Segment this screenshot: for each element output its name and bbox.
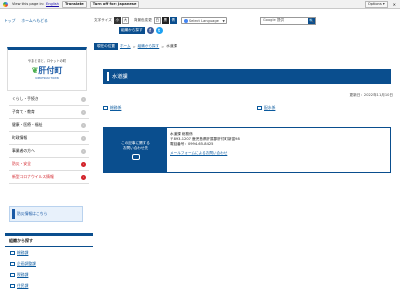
chevron-right-icon: › bbox=[81, 122, 86, 128]
chevron-right-icon: › bbox=[81, 109, 86, 115]
updated-date: 更新日：2022年11月10日 bbox=[349, 93, 393, 97]
org-item[interactable]: 税務課 bbox=[5, 269, 93, 280]
disaster-info-label: 防災情報はこちら bbox=[17, 211, 48, 216]
accessibility-tools: 文字サイズ 小 大 背景色変更 白 黒 青 Select Language ▼ bbox=[94, 17, 227, 24]
text-size-large-button[interactable]: 大 bbox=[121, 17, 129, 24]
contact-box: この記事に関する お問い合わせ先 水道課 総務係 〒893-1207 鹿児島県肝属… bbox=[103, 127, 391, 173]
search-button[interactable]: 🔍 bbox=[308, 17, 315, 24]
nav-item-kurashi[interactable]: くらし・手続き › bbox=[9, 93, 89, 106]
left-nav: くらし・手続き › 子育て・教育 › 健康・医療・福祉 › 町政情報 › 事業者の方へ ›… bbox=[9, 93, 89, 184]
org-item[interactable]: 総務課 bbox=[5, 247, 93, 258]
bg-color-label: 背景色変更 bbox=[133, 18, 152, 22]
header: トップ ホームへもどる 文字サイズ 小 大 背景色変更 白 黒 青 Select… bbox=[0, 9, 400, 44]
bg-blue-button[interactable]: 青 bbox=[169, 17, 177, 24]
breadcrumb-current-position: 現在の位置 bbox=[94, 43, 118, 50]
breadcrumb-page: 水道課 bbox=[166, 44, 178, 48]
nav-item-kenko[interactable]: 健康・医療・福祉 › bbox=[9, 119, 89, 132]
town-logo[interactable]: やまと青と、ロケットの町 ❦肝付町 KIMOTSUKI TOWN bbox=[7, 47, 87, 91]
org-item[interactable]: 住民課 bbox=[5, 280, 93, 291]
nav-item-corona[interactable]: 新型コロナウイルス情報 › bbox=[9, 171, 89, 184]
contact-heading: この記事に関する お問い合わせ先 bbox=[104, 128, 167, 172]
search-box: Google 提供 🔍 bbox=[260, 16, 316, 25]
breadcrumb-home[interactable]: ホーム bbox=[120, 44, 131, 49]
facebook-icon[interactable]: f bbox=[146, 27, 154, 34]
folder-icon bbox=[257, 106, 262, 110]
contact-heading-text: この記事に関する お問い合わせ先 bbox=[121, 140, 150, 150]
folder-icon bbox=[103, 106, 108, 110]
turn-off-button[interactable]: Turn off for: Japanese bbox=[89, 0, 140, 8]
disaster-info-button[interactable]: 防災情報はこちら bbox=[9, 206, 83, 222]
disaster-bar-icon bbox=[12, 209, 15, 219]
nav-item-jigyosha[interactable]: 事業者の方へ › bbox=[9, 145, 89, 158]
breadcrumb-org[interactable]: 組織から探す bbox=[138, 44, 160, 49]
contact-mail-link[interactable]: メールフォームによるお問い合わせ bbox=[170, 151, 240, 156]
folder-icon bbox=[10, 261, 15, 266]
page: トップ ホームへもどる 文字サイズ 小 大 背景色変更 白 黒 青 Select… bbox=[0, 9, 400, 300]
chevron-right-icon: › bbox=[81, 148, 86, 154]
translate-prompt: View this page in: bbox=[12, 2, 44, 6]
language-select-label: Select Language bbox=[188, 18, 219, 23]
home-link-back[interactable]: ホームへもどる bbox=[21, 18, 47, 24]
close-icon[interactable]: ✕ bbox=[393, 2, 396, 7]
folder-icon bbox=[10, 250, 15, 255]
contact-details: 水道課 総務係 〒893-1207 鹿児島県肝属郡肝付町新富98 電話番号：09… bbox=[167, 128, 243, 172]
google-icon bbox=[183, 18, 188, 23]
logo-tagline: やまと青と、ロケットの町 bbox=[27, 59, 67, 63]
search-input[interactable]: Google 提供 bbox=[261, 18, 308, 23]
link-somu[interactable]: 総務係 bbox=[103, 105, 121, 111]
options-button[interactable]: Options ▾ bbox=[364, 0, 388, 8]
home-links: トップ ホームへもどる bbox=[4, 18, 48, 24]
contact-phone: 電話番号：0994-65-8425 bbox=[170, 142, 214, 146]
header-row2: 組織から探す f t bbox=[119, 27, 163, 34]
translate-language-link[interactable]: English bbox=[46, 2, 59, 6]
folder-icon bbox=[10, 272, 15, 277]
text-size-label: 文字サイズ bbox=[94, 18, 112, 22]
chevron-down-icon: ▼ bbox=[222, 18, 225, 23]
main-content: 水道課 更新日：2022年11月10日 総務係 配水係 この記事に関する お問い合… bbox=[94, 57, 400, 227]
nav-item-kosodate[interactable]: 子育て・教育 › bbox=[9, 106, 89, 119]
chevron-right-icon: › bbox=[81, 96, 86, 102]
text-size-small-button[interactable]: 小 bbox=[113, 17, 121, 24]
chevron-right-icon: › bbox=[81, 161, 86, 167]
breadcrumb: 現在の位置 ホーム > 組織から探す > 水道課 bbox=[94, 43, 177, 50]
link-haisui[interactable]: 配水係 bbox=[257, 105, 275, 111]
org-heading: 組織から探す bbox=[5, 233, 93, 247]
page-title: 水道課 bbox=[112, 74, 128, 80]
sitemap-button[interactable]: 組織から探す bbox=[119, 27, 145, 34]
google-translate-bar: View this page in: English Translate Tur… bbox=[0, 0, 400, 9]
nav-item-chosei[interactable]: 町政情報 › bbox=[9, 132, 89, 145]
page-title-bar: 水道課 bbox=[103, 69, 391, 84]
speech-bubble-icon bbox=[131, 153, 140, 160]
home-link-top[interactable]: トップ bbox=[4, 18, 15, 24]
bg-white-button[interactable]: 白 bbox=[153, 17, 161, 24]
translate-button[interactable]: Translate bbox=[61, 0, 87, 8]
chevron-right-icon: › bbox=[81, 135, 86, 141]
bg-black-button[interactable]: 黒 bbox=[161, 17, 169, 24]
org-item[interactable]: 企画調整課 bbox=[5, 258, 93, 269]
nav-item-bosai[interactable]: 防災・安全 › bbox=[9, 158, 89, 171]
org-list: 組織から探す 総務課 企画調整課 税務課 住民課 bbox=[5, 233, 93, 300]
logo-name: ❦肝付町 bbox=[31, 65, 63, 75]
chevron-right-icon: › bbox=[81, 174, 86, 180]
folder-icon bbox=[10, 283, 15, 288]
language-select[interactable]: Select Language ▼ bbox=[180, 17, 227, 24]
google-logo-icon bbox=[3, 1, 8, 7]
logo-subtitle: KIMOTSUKI TOWN bbox=[35, 77, 59, 80]
twitter-icon[interactable]: t bbox=[155, 27, 163, 34]
